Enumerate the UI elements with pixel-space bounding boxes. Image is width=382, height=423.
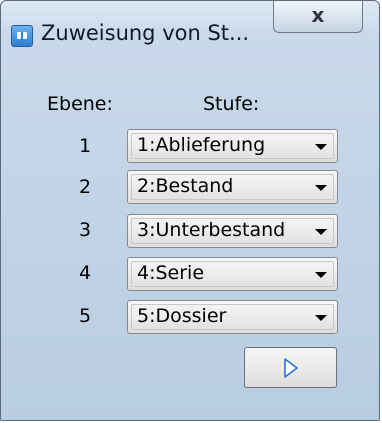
stage-select-4[interactable]: 4:Serie	[127, 257, 338, 291]
play-arrow-icon	[284, 358, 298, 378]
level-label-3: 3	[78, 219, 92, 241]
stage-select-1[interactable]: 1:Ablieferung	[127, 129, 338, 163]
stage-select-2[interactable]: 2:Bestand	[127, 170, 338, 204]
stage-select-1-value: 1:Ablieferung	[137, 134, 266, 156]
chevron-down-icon	[315, 185, 327, 191]
chevron-down-icon	[315, 315, 327, 321]
app-window-icon	[11, 25, 33, 47]
window-title: Zuweisung von St...	[41, 21, 250, 45]
chevron-down-icon	[315, 144, 327, 150]
level-label-2: 2	[78, 176, 92, 198]
stage-select-2-value: 2:Bestand	[137, 175, 234, 197]
chevron-down-icon	[315, 229, 327, 235]
level-label-4: 4	[78, 262, 92, 284]
level-label-1: 1	[78, 135, 92, 157]
level-header: Ebene:	[47, 93, 113, 115]
chevron-down-icon	[315, 272, 327, 278]
close-button[interactable]: x	[273, 1, 363, 33]
next-button[interactable]	[244, 347, 337, 388]
stage-select-3[interactable]: 3:Unterbestand	[127, 214, 338, 248]
stage-select-3-value: 3:Unterbestand	[137, 219, 286, 241]
stage-select-5-value: 5:Dossier	[137, 305, 227, 327]
stage-select-5[interactable]: 5:Dossier	[127, 300, 338, 334]
title-bar[interactable]: Zuweisung von St... x	[1, 1, 379, 47]
stage-select-4-value: 4:Serie	[137, 262, 205, 284]
close-icon: x	[311, 2, 325, 27]
level-label-5: 5	[78, 305, 92, 327]
stage-header: Stufe:	[203, 93, 260, 115]
